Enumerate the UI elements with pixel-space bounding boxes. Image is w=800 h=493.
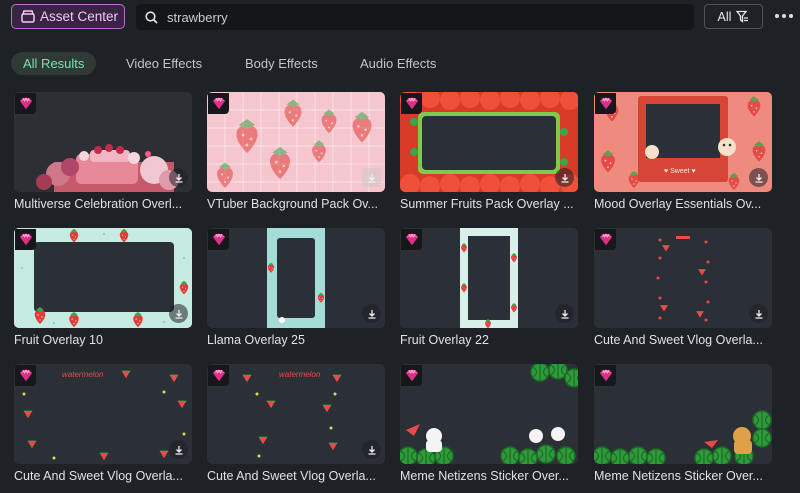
asset-title: Llama Overlay 25 bbox=[207, 333, 305, 347]
premium-gem-icon bbox=[595, 229, 616, 250]
asset-title: Multiverse Celebration Overl... bbox=[14, 197, 183, 211]
asset-thumbnail[interactable]: watermelon bbox=[207, 364, 385, 464]
asset-thumbnail[interactable] bbox=[400, 92, 578, 192]
watermelon-frame-thumbnail-art bbox=[242, 374, 342, 458]
premium-gem-icon bbox=[208, 229, 229, 250]
download-icon[interactable] bbox=[169, 440, 188, 459]
asset-card[interactable]: Multiverse Celebration Overl... bbox=[14, 92, 192, 218]
search-input[interactable]: strawberry bbox=[136, 4, 694, 30]
cake-thumbnail-art bbox=[36, 144, 179, 192]
more-options-icon[interactable] bbox=[775, 8, 795, 24]
asset-title: VTuber Background Pack Ov... bbox=[207, 197, 378, 211]
fruit-frame-thumbnail-art bbox=[400, 92, 578, 192]
asset-thumbnail[interactable] bbox=[594, 364, 772, 464]
meme-watermelon-thumbnail-art bbox=[594, 410, 772, 464]
filter-dropdown[interactable]: All bbox=[704, 4, 763, 29]
category-tabs: All Results Video Effects Body Effects A… bbox=[0, 50, 800, 78]
asset-title: Cute And Sweet Vlog Overla... bbox=[207, 469, 376, 483]
download-icon[interactable] bbox=[749, 304, 768, 323]
top-bar: Asset Center strawberry All bbox=[0, 0, 800, 34]
asset-title: Cute And Sweet Vlog Overla... bbox=[594, 333, 763, 347]
asset-card[interactable]: Llama Overlay 25 bbox=[207, 228, 385, 354]
polaroid-thumbnail-art bbox=[601, 96, 766, 190]
mint-frame-thumbnail-art bbox=[14, 228, 192, 328]
asset-title: Fruit Overlay 22 bbox=[400, 333, 489, 347]
asset-thumbnail[interactable] bbox=[400, 364, 578, 464]
download-icon[interactable] bbox=[749, 168, 768, 187]
asset-thumbnail[interactable] bbox=[207, 228, 385, 328]
asset-card[interactable]: Fruit Overlay 10 bbox=[14, 228, 192, 354]
tab-audio-effects[interactable]: Audio Effects bbox=[360, 52, 436, 75]
vertical-frame-thumbnail-art bbox=[267, 228, 325, 328]
store-icon bbox=[21, 10, 35, 23]
download-icon[interactable] bbox=[362, 304, 381, 323]
premium-gem-icon bbox=[401, 365, 422, 386]
filter-icon bbox=[736, 10, 749, 23]
download-icon[interactable] bbox=[555, 168, 574, 187]
asset-thumbnail[interactable]: ♥ Sweet ♥ bbox=[594, 92, 772, 192]
asset-card[interactable]: Meme Netizens Sticker Over... bbox=[400, 364, 578, 490]
asset-title: Mood Overlay Essentials Ov... bbox=[594, 197, 762, 211]
asset-thumbnail[interactable] bbox=[14, 228, 192, 328]
asset-title: Meme Netizens Sticker Over... bbox=[400, 469, 569, 483]
vertical-fruit-thumbnail-art bbox=[460, 228, 518, 328]
premium-gem-icon bbox=[208, 93, 229, 114]
tab-body-effects[interactable]: Body Effects bbox=[245, 52, 318, 75]
premium-gem-icon bbox=[208, 365, 229, 386]
download-icon[interactable] bbox=[362, 168, 381, 187]
asset-thumbnail[interactable] bbox=[207, 92, 385, 192]
meme-watermelon-thumbnail-art bbox=[400, 364, 578, 464]
asset-thumbnail[interactable] bbox=[594, 228, 772, 328]
asset-thumbnail[interactable]: watermelon bbox=[14, 364, 192, 464]
pink-grid-thumbnail-art bbox=[207, 92, 385, 192]
asset-card[interactable]: VTuber Background Pack Ov... bbox=[207, 92, 385, 218]
asset-card[interactable]: watermelon Cute And Sweet Vlog Overla... bbox=[207, 364, 385, 490]
search-query: strawberry bbox=[167, 9, 228, 25]
thumbnail-watermelon-text: watermelon bbox=[62, 370, 104, 379]
premium-gem-icon bbox=[15, 93, 36, 114]
download-icon[interactable] bbox=[362, 440, 381, 459]
premium-gem-icon bbox=[595, 365, 616, 386]
watermelon-frame-thumbnail-art bbox=[22, 370, 187, 461]
asset-card[interactable]: Summer Fruits Pack Overlay ... bbox=[400, 92, 578, 218]
asset-title: Fruit Overlay 10 bbox=[14, 333, 103, 347]
premium-gem-icon bbox=[15, 229, 36, 250]
asset-thumbnail[interactable] bbox=[14, 92, 192, 192]
asset-card[interactable]: Cute And Sweet Vlog Overla... bbox=[594, 228, 772, 354]
premium-gem-icon bbox=[401, 229, 422, 250]
thumbnail-sweet-text: ♥ Sweet ♥ bbox=[664, 168, 696, 175]
thumbnail-watermelon-text: watermelon bbox=[279, 370, 321, 379]
tab-video-effects[interactable]: Video Effects bbox=[126, 52, 202, 75]
asset-title: Meme Netizens Sticker Over... bbox=[594, 469, 763, 483]
tab-all-results[interactable]: All Results bbox=[11, 52, 97, 75]
asset-card[interactable]: ♥ Sweet ♥ Mood Overlay Essentials Ov... bbox=[594, 92, 772, 218]
download-icon[interactable] bbox=[169, 168, 188, 187]
asset-title: Summer Fruits Pack Overlay ... bbox=[400, 197, 574, 211]
asset-card[interactable]: watermelon Cute And Sweet Vlog Overla... bbox=[14, 364, 192, 490]
filter-label: All bbox=[717, 9, 732, 24]
asset-card[interactable]: Meme Netizens Sticker Over... bbox=[594, 364, 772, 490]
dotted-frame-thumbnail-art bbox=[656, 236, 710, 322]
asset-card[interactable]: Fruit Overlay 22 bbox=[400, 228, 578, 354]
premium-gem-icon bbox=[595, 93, 616, 114]
premium-gem-icon bbox=[15, 365, 36, 386]
asset-center-button[interactable]: Asset Center bbox=[11, 4, 125, 29]
premium-gem-icon bbox=[401, 93, 422, 114]
download-icon[interactable] bbox=[555, 304, 574, 323]
asset-thumbnail[interactable] bbox=[400, 228, 578, 328]
download-icon[interactable] bbox=[169, 304, 188, 323]
asset-title: Cute And Sweet Vlog Overla... bbox=[14, 469, 183, 483]
search-icon bbox=[145, 10, 158, 24]
asset-center-label: Asset Center bbox=[40, 9, 119, 24]
